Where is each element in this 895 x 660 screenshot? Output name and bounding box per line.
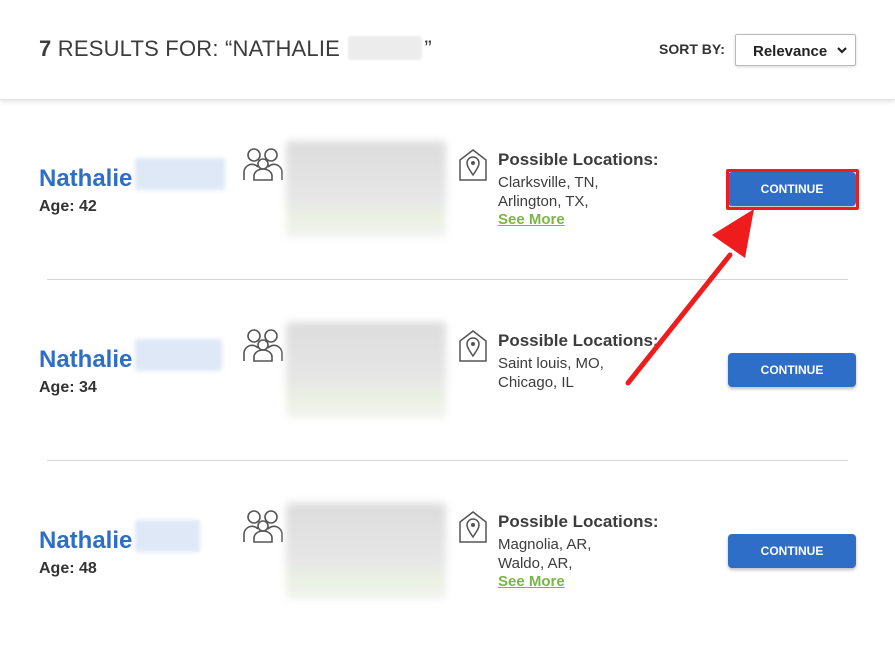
- result-card: Nathalie Age: 34 Possible Locations: Sai…: [0, 319, 895, 479]
- result-name[interactable]: Nathalie: [39, 346, 132, 374]
- relatives-icon: [243, 329, 283, 362]
- redacted-relatives: [286, 322, 446, 418]
- locations-title: Possible Locations:: [498, 331, 659, 350]
- divider: [47, 460, 848, 461]
- location-item: Chicago, IL: [498, 374, 574, 391]
- location-pin-icon: [459, 330, 487, 362]
- results-count: 7: [39, 36, 52, 61]
- results-for-text: RESULTS FOR: “NATHALIE: [57, 36, 341, 61]
- results-count-heading: 7 RESULTS FOR: “NATHALIE ”: [39, 36, 432, 62]
- result-name[interactable]: Nathalie: [39, 527, 132, 555]
- sort-by-label: SORT BY:: [659, 41, 725, 57]
- location-item: Waldo, AR,: [498, 555, 573, 572]
- redacted-name: [135, 158, 225, 190]
- highlight-box: [726, 169, 859, 210]
- relatives-icon: [243, 148, 283, 181]
- result-card: Nathalie Age: 42 Possible Locations: Cla…: [0, 138, 895, 298]
- results-header: 7 RESULTS FOR: “NATHALIE ” SORT BY: Rele…: [0, 0, 895, 100]
- locations-title: Possible Locations:: [498, 150, 659, 169]
- continue-button[interactable]: CONTINUE: [728, 534, 856, 568]
- redacted-relatives: [286, 503, 446, 599]
- see-more-link[interactable]: See More: [498, 211, 565, 228]
- redacted-surname: [348, 36, 423, 60]
- relatives-icon: [243, 510, 283, 543]
- result-age: Age: 42: [39, 198, 97, 215]
- redacted-name: [135, 520, 200, 552]
- location-pin-icon: [459, 149, 487, 181]
- location-item: Arlington, TX,: [498, 193, 589, 210]
- result-card: Nathalie Age: 48 Possible Locations: Mag…: [0, 500, 895, 660]
- location-pin-icon: [459, 511, 487, 543]
- result-name[interactable]: Nathalie: [39, 165, 132, 193]
- continue-button[interactable]: CONTINUE: [728, 353, 856, 387]
- redacted-name: [135, 339, 222, 371]
- see-more-link[interactable]: See More: [498, 573, 565, 590]
- location-item: Magnolia, AR,: [498, 536, 592, 553]
- result-age: Age: 48: [39, 560, 97, 577]
- close-quote: ”: [424, 36, 432, 61]
- divider: [47, 279, 848, 280]
- location-item: Saint louis, MO,: [498, 355, 604, 372]
- result-age: Age: 34: [39, 379, 97, 396]
- location-item: Clarksville, TN,: [498, 174, 599, 191]
- redacted-relatives: [286, 141, 446, 237]
- sort-select-value: Relevance: [753, 43, 828, 60]
- chevron-down-icon: [837, 47, 847, 54]
- locations-title: Possible Locations:: [498, 512, 659, 531]
- sort-select[interactable]: Relevance: [735, 34, 856, 66]
